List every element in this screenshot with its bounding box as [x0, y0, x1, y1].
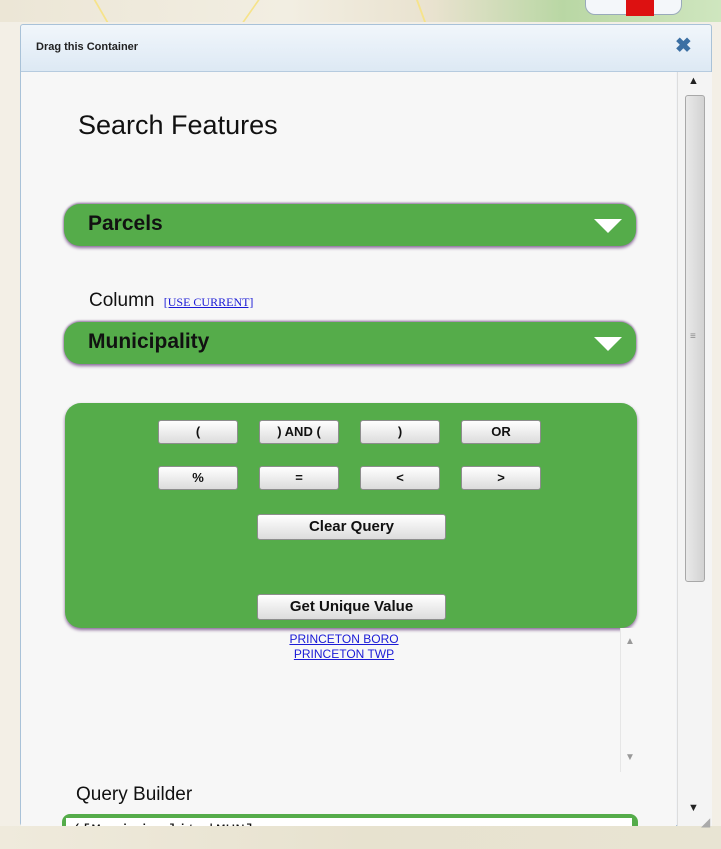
map-road	[242, 0, 340, 22]
equals-button[interactable]: =	[259, 466, 339, 490]
list-item[interactable]: PRINCETON BORO	[64, 632, 624, 647]
query-builder-frame: ([Municipality|MUN]	[62, 814, 638, 826]
scroll-down-icon[interactable]: ▼	[625, 752, 635, 763]
get-unique-value-button[interactable]: Get Unique Value	[257, 594, 446, 620]
container-title: Drag this Container	[36, 41, 139, 53]
map-background-bottom	[0, 826, 721, 849]
layer-dropdown[interactable]: Parcels	[64, 204, 636, 246]
or-button[interactable]: OR	[461, 420, 541, 444]
less-than-button[interactable]: <	[360, 466, 440, 490]
chevron-down-icon[interactable]	[594, 337, 622, 351]
unique-values-list: PRINCETON BORO PRINCETON TWP ▲ ▼	[64, 628, 664, 772]
use-current-link[interactable]: [USE CURRENT]	[164, 295, 254, 309]
scroll-up-icon[interactable]: ▲	[688, 75, 699, 87]
map-road	[415, 0, 487, 22]
query-builder-label: Query Builder	[76, 784, 193, 805]
values-scrollbar[interactable]: ▲ ▼	[620, 628, 641, 772]
search-container: Drag this Container ✖ Search Features Pa…	[20, 24, 712, 829]
scroll-up-icon[interactable]: ▲	[625, 636, 635, 647]
page-title: Search Features	[78, 110, 278, 140]
greater-than-button[interactable]: >	[461, 466, 541, 490]
close-paren-button[interactable]: )	[360, 420, 440, 444]
layer-dropdown-value: Parcels	[88, 212, 163, 235]
resize-handle-icon[interactable]: ◢	[701, 815, 710, 829]
clear-query-button[interactable]: Clear Query	[257, 514, 446, 540]
map-background-top	[0, 0, 721, 22]
close-and-open-button[interactable]: ) AND (	[259, 420, 339, 444]
wildcard-button[interactable]: %	[158, 466, 238, 490]
column-label: Column	[89, 290, 155, 311]
search-panel: Search Features Parcels Column [USE CURR…	[21, 72, 676, 826]
scroll-down-icon[interactable]: ▼	[688, 802, 699, 814]
query-builder-textarea[interactable]: ([Municipality|MUN]	[66, 818, 632, 826]
open-paren-button[interactable]: (	[158, 420, 238, 444]
main-scrollbar[interactable]: ▲ ≡ ▼	[677, 72, 712, 826]
unique-values-items: PRINCETON BORO PRINCETON TWP	[64, 632, 624, 662]
column-dropdown[interactable]: Municipality	[64, 322, 636, 364]
close-icon[interactable]: ✖	[675, 36, 692, 56]
container-titlebar[interactable]: Drag this Container ✖	[21, 25, 711, 72]
list-item[interactable]: PRINCETON TWP	[64, 647, 624, 662]
chevron-down-icon[interactable]	[594, 219, 622, 233]
column-dropdown-value: Municipality	[88, 330, 210, 353]
column-label-row: Column [USE CURRENT]	[89, 290, 253, 312]
scrollbar-thumb[interactable]: ≡	[685, 95, 705, 582]
map-road	[93, 0, 219, 22]
operator-panel: ( ) AND ( ) OR % = < > Clear Query Get U…	[65, 403, 637, 628]
grip-icon: ≡	[690, 331, 696, 342]
map-marker-icon[interactable]	[626, 0, 654, 16]
